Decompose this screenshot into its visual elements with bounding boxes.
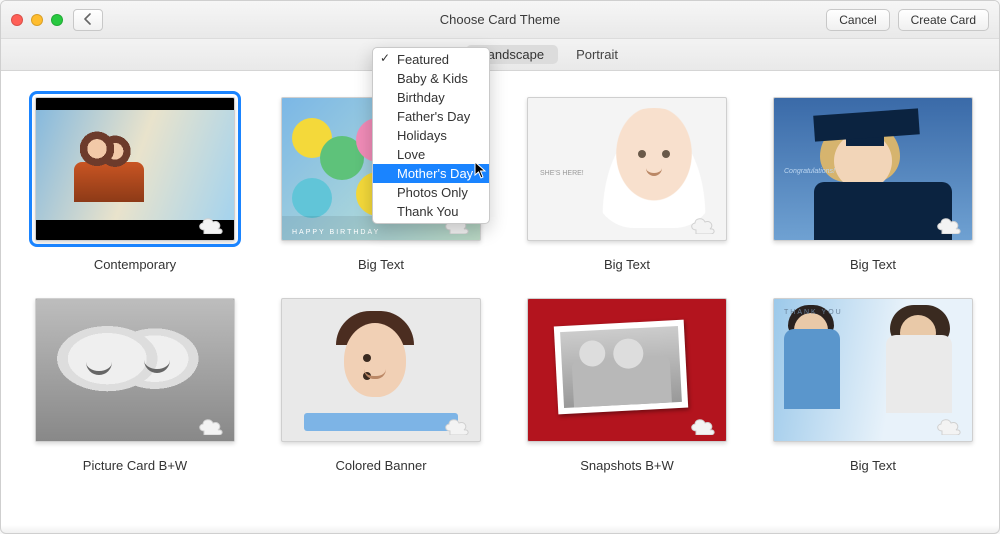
theme-thumbnail: SHE'S HERE! (527, 97, 727, 241)
theme-label: Big Text (604, 257, 650, 272)
cloud-icon (934, 214, 964, 234)
window-controls (11, 14, 63, 26)
theme-thumbnail: THANK YOU (773, 298, 973, 442)
cancel-button[interactable]: Cancel (826, 9, 889, 31)
theme-item[interactable]: Congratulations! Big Text (773, 97, 973, 272)
theme-item[interactable]: THANK YOU Big Text (773, 298, 973, 473)
dropdown-item-mothers-day[interactable]: Mother's Day (373, 164, 489, 183)
cloud-icon (442, 415, 472, 435)
dropdown-item-baby-kids[interactable]: Baby & Kids (373, 69, 489, 88)
theme-grid: Contemporary (35, 97, 965, 473)
dropdown-item-featured[interactable]: Featured (373, 50, 489, 69)
theme-label: Big Text (358, 257, 404, 272)
titlebar: Choose Card Theme Cancel Create Card (1, 1, 999, 39)
cloud-icon (688, 415, 718, 435)
theme-thumbnail (35, 298, 235, 442)
theme-thumbnail: Congratulations! (773, 97, 973, 241)
category-dropdown-menu: Featured Baby & Kids Birthday Father's D… (372, 47, 490, 224)
theme-label: Snapshots B+W (580, 458, 674, 473)
cloud-icon (196, 214, 226, 234)
theme-item[interactable]: Picture Card B+W (35, 298, 235, 473)
theme-thumbnail (281, 298, 481, 442)
dropdown-item-thank-you[interactable]: Thank You (373, 202, 489, 221)
dropdown-item-birthday[interactable]: Birthday (373, 88, 489, 107)
theme-grid-container: Contemporary (1, 71, 999, 534)
chevron-left-icon (83, 12, 93, 28)
orientation-tab-portrait[interactable]: Portrait (576, 47, 618, 62)
theme-item[interactable]: Contemporary (35, 97, 235, 272)
theme-label: Big Text (850, 458, 896, 473)
window: Choose Card Theme Cancel Create Card Fea… (0, 0, 1000, 534)
create-card-button[interactable]: Create Card (898, 9, 989, 31)
theme-item[interactable]: Colored Banner (281, 298, 481, 473)
dropdown-item-holidays[interactable]: Holidays (373, 126, 489, 145)
dropdown-item-love[interactable]: Love (373, 145, 489, 164)
zoom-window-button[interactable] (51, 14, 63, 26)
theme-item[interactable]: SHE'S HERE! Big Text (527, 97, 727, 272)
toolbar: Featured ⌄ Landscape Portrait (1, 39, 999, 71)
back-button[interactable] (73, 9, 103, 31)
cloud-icon (196, 415, 226, 435)
theme-overlay-text: SHE'S HERE! (540, 170, 584, 177)
theme-label: Colored Banner (335, 458, 426, 473)
theme-overlay-text: HAPPY BIRTHDAY (292, 229, 380, 236)
dropdown-item-photos-only[interactable]: Photos Only (373, 183, 489, 202)
cursor-icon (474, 161, 488, 184)
close-window-button[interactable] (11, 14, 23, 26)
dropdown-item-fathers-day[interactable]: Father's Day (373, 107, 489, 126)
theme-thumbnail (35, 97, 235, 241)
theme-thumbnail (527, 298, 727, 442)
minimize-window-button[interactable] (31, 14, 43, 26)
theme-overlay-text: Congratulations! (784, 168, 835, 175)
theme-item[interactable]: Snapshots B+W (527, 298, 727, 473)
cloud-icon (688, 214, 718, 234)
theme-overlay-text: THANK YOU (784, 309, 843, 316)
cloud-icon (934, 415, 964, 435)
theme-label: Big Text (850, 257, 896, 272)
theme-label: Contemporary (94, 257, 176, 272)
theme-label: Picture Card B+W (83, 458, 187, 473)
